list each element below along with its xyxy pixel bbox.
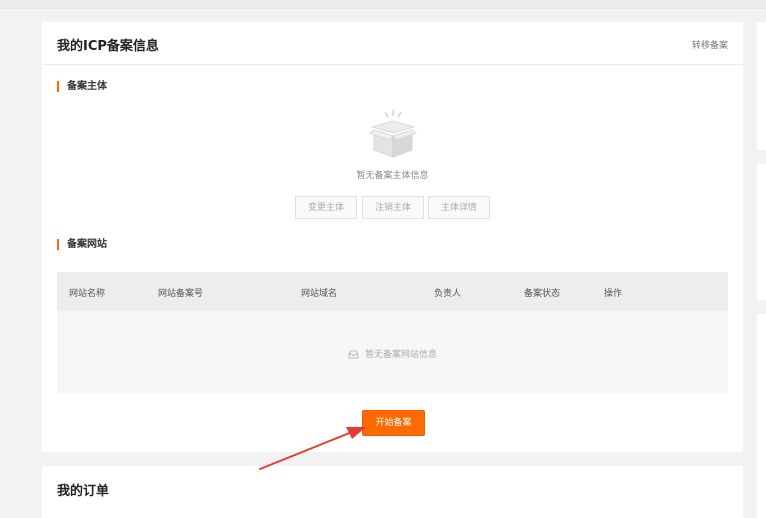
start-filing-button[interactable]: 开始备案 <box>363 411 424 435</box>
empty-tray-icon <box>348 350 359 362</box>
right-panel-gap <box>757 150 766 164</box>
change-subject-button[interactable]: 变更主体 <box>295 196 357 219</box>
column-header: 操作 <box>604 289 623 299</box>
empty-subject-text: 暂无备案主体信息 <box>356 171 429 181</box>
icp-info-card: 我的ICP备案信息 转移备案 备案主体 暂无备案主体信息 变更主体 注销主体 主… <box>42 22 743 452</box>
column-header: 网站域名 <box>301 289 338 299</box>
table-empty-row: 暂无备案网站信息 <box>57 347 728 362</box>
icp-card-title: 我的ICP备案信息 <box>57 39 159 54</box>
table-header: 网站名称 网站备案号 网站域名 负责人 备案状态 操作 <box>57 272 728 311</box>
website-table: 网站名称 网站备案号 网站域名 负责人 备案状态 操作 暂无备案网站信息 <box>57 272 728 394</box>
icp-card-header: 我的ICP备案信息 转移备案 <box>42 22 743 65</box>
website-section-title: 备案网站 <box>57 239 107 250</box>
table-empty-body: 暂无备案网站信息 <box>57 312 728 394</box>
column-header: 备案状态 <box>524 289 561 299</box>
right-side-panel <box>757 22 766 518</box>
orders-card-title: 我的订单 <box>57 484 110 499</box>
column-header: 负责人 <box>434 289 462 299</box>
transfer-filing-link[interactable]: 转移备案 <box>692 38 728 51</box>
column-header: 网站备案号 <box>158 289 204 299</box>
subject-section-title: 备案主体 <box>57 81 107 92</box>
column-header: 网站名称 <box>69 289 106 299</box>
table-empty-text: 暂无备案网站信息 <box>364 350 437 360</box>
top-bar <box>0 0 766 9</box>
orders-card: 我的订单 <box>42 466 743 518</box>
empty-box-icon <box>369 110 417 158</box>
subject-detail-button[interactable]: 主体详情 <box>428 196 490 219</box>
right-panel-gap <box>757 300 766 314</box>
cancel-subject-button[interactable]: 注销主体 <box>362 196 424 219</box>
